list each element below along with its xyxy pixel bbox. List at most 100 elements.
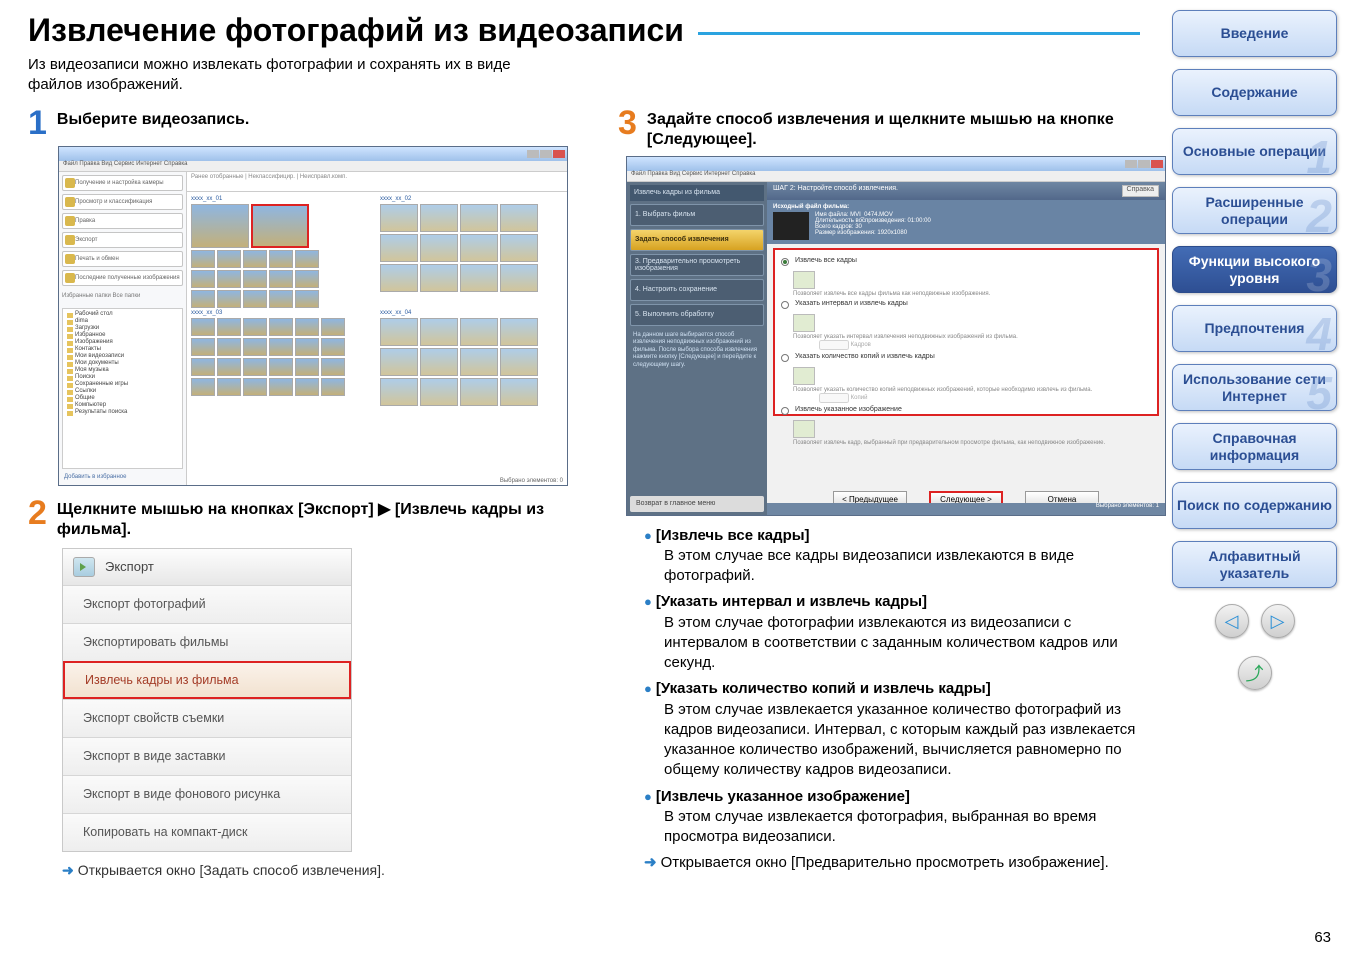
photo-thumb[interactable] <box>243 378 267 396</box>
photo-thumb[interactable] <box>500 204 538 232</box>
task-btn[interactable]: Последние полученные изображения <box>62 270 183 286</box>
photo-thumb[interactable] <box>269 378 293 396</box>
tree-item[interactable]: Сохраненные игры <box>67 381 178 388</box>
export-item-extract-frames[interactable]: Извлечь кадры из фильма <box>63 661 351 699</box>
photo-thumb[interactable] <box>500 264 538 292</box>
photo-thumb[interactable] <box>380 378 418 406</box>
photo-thumb[interactable] <box>295 358 319 376</box>
export-item[interactable]: Экспорт в виде заставки <box>63 737 351 775</box>
photo-thumb[interactable] <box>191 318 215 336</box>
task-btn[interactable]: Просмотр и классификация <box>62 194 183 210</box>
maximize-icon[interactable] <box>1138 160 1150 168</box>
task-btn[interactable]: Правка <box>62 213 183 229</box>
photo-thumb[interactable] <box>295 318 319 336</box>
photo-thumb[interactable] <box>191 250 215 268</box>
tree-item[interactable]: Поиски <box>67 374 178 381</box>
photo-thumb[interactable] <box>269 250 293 268</box>
nav-contents[interactable]: Содержание <box>1172 69 1337 116</box>
wizard-step-3[interactable]: 3. Предварительно просмотреть изображени… <box>630 254 764 276</box>
photo-thumb[interactable] <box>460 264 498 292</box>
nav-search[interactable]: Поиск по содержанию <box>1172 482 1337 529</box>
photo-thumb[interactable] <box>217 250 241 268</box>
photo-thumb[interactable] <box>321 378 345 396</box>
tree-item[interactable]: Общие <box>67 395 178 402</box>
tree-item[interactable]: Контакты <box>67 346 178 353</box>
wizard-step-5[interactable]: 5. Выполнить обработку <box>630 304 764 326</box>
copies-input[interactable] <box>819 393 849 403</box>
photo-thumb[interactable] <box>191 358 215 376</box>
photo-thumb[interactable] <box>243 318 267 336</box>
photo-thumb[interactable] <box>500 318 538 346</box>
photo-thumb[interactable] <box>243 270 267 288</box>
nav-reference[interactable]: Справочная информация <box>1172 423 1337 470</box>
wizard-step-2-active[interactable]: Задать способ извлечения <box>630 229 764 251</box>
maximize-icon[interactable] <box>540 150 552 158</box>
photo-thumb[interactable] <box>321 338 345 356</box>
photo-thumb[interactable] <box>460 204 498 232</box>
photo-thumb[interactable] <box>380 348 418 376</box>
photo-thumb[interactable] <box>295 290 319 308</box>
photo-thumb[interactable] <box>420 264 458 292</box>
tree-item[interactable]: Изображения <box>67 339 178 346</box>
next-page-button[interactable]: ▷ <box>1261 604 1295 638</box>
photo-thumb[interactable] <box>420 234 458 262</box>
photo-thumb[interactable] <box>500 234 538 262</box>
photo-thumb[interactable] <box>380 264 418 292</box>
photo-thumb[interactable] <box>460 348 498 376</box>
photo-thumb[interactable] <box>500 348 538 376</box>
menubar[interactable]: Файл Правка Вид Сервис Интернет Справка <box>59 161 567 172</box>
export-item[interactable]: Экспорт в виде фонового рисунка <box>63 775 351 813</box>
menubar[interactable]: Файл Правка Вид Сервис Интернет Справка <box>627 171 1165 182</box>
wizard-step-4[interactable]: 4. Настроить сохранение <box>630 279 764 301</box>
photo-thumb[interactable] <box>217 290 241 308</box>
tree-item[interactable]: Мои документы <box>67 360 178 367</box>
photo-thumb[interactable] <box>191 270 215 288</box>
folder-tree[interactable]: Рабочий стол dima Загрузки Избранное Изо… <box>62 308 183 469</box>
photo-thumb[interactable] <box>269 290 293 308</box>
tree-item[interactable]: Рабочий стол <box>67 311 178 318</box>
photo-thumb[interactable] <box>243 290 267 308</box>
photo-thumb[interactable] <box>321 318 345 336</box>
nav-index[interactable]: Алфавитный указатель <box>1172 541 1337 588</box>
video-thumb[interactable] <box>191 204 249 248</box>
photo-thumb[interactable] <box>217 338 241 356</box>
nav-high-level[interactable]: Функции высокого уровня3 <box>1172 246 1337 293</box>
photo-thumb[interactable] <box>217 270 241 288</box>
export-item[interactable]: Экспорт фотографий <box>63 585 351 623</box>
photo-thumb[interactable] <box>191 290 215 308</box>
photo-thumb[interactable] <box>420 378 458 406</box>
wizard-step-1[interactable]: 1. Выбрать фильм <box>630 204 764 226</box>
tree-item[interactable]: dima <box>67 318 178 325</box>
photo-thumb[interactable] <box>295 338 319 356</box>
export-item[interactable]: Экспортировать фильмы <box>63 623 351 661</box>
photo-thumb[interactable] <box>420 204 458 232</box>
task-btn[interactable]: Печать и обмен <box>62 251 183 267</box>
photo-thumb[interactable] <box>295 250 319 268</box>
photo-thumb[interactable] <box>460 378 498 406</box>
minimize-icon[interactable] <box>1125 160 1137 168</box>
photo-thumb[interactable] <box>191 338 215 356</box>
radio-icon[interactable] <box>781 301 789 309</box>
photo-thumb[interactable] <box>217 318 241 336</box>
photo-thumb[interactable] <box>269 358 293 376</box>
tree-item[interactable]: Загрузки <box>67 325 178 332</box>
task-btn[interactable]: Получение и настройка камеры <box>62 175 183 191</box>
photo-thumb[interactable] <box>243 358 267 376</box>
radio-icon[interactable] <box>781 407 789 415</box>
nav-internet[interactable]: Использование сети Интернет5 <box>1172 364 1337 411</box>
tree-item[interactable]: Ссылки <box>67 388 178 395</box>
photo-thumb[interactable] <box>420 318 458 346</box>
nav-advanced[interactable]: Расширенные операции2 <box>1172 187 1337 234</box>
nav-basic[interactable]: Основные операции1 <box>1172 128 1337 175</box>
interval-input[interactable] <box>819 340 849 350</box>
photo-thumb[interactable] <box>191 378 215 396</box>
radio-icon[interactable] <box>781 354 789 362</box>
tree-item[interactable]: Компьютер <box>67 402 178 409</box>
back-to-main[interactable]: Возврат в главное меню <box>630 496 764 512</box>
nav-intro[interactable]: Введение <box>1172 10 1337 57</box>
photo-thumb[interactable] <box>243 250 267 268</box>
photo-thumb[interactable] <box>269 270 293 288</box>
photo-thumb[interactable] <box>460 234 498 262</box>
option-interval[interactable]: Указать интервал и извлечь кадры <box>779 297 1153 312</box>
photo-thumb[interactable] <box>321 358 345 376</box>
